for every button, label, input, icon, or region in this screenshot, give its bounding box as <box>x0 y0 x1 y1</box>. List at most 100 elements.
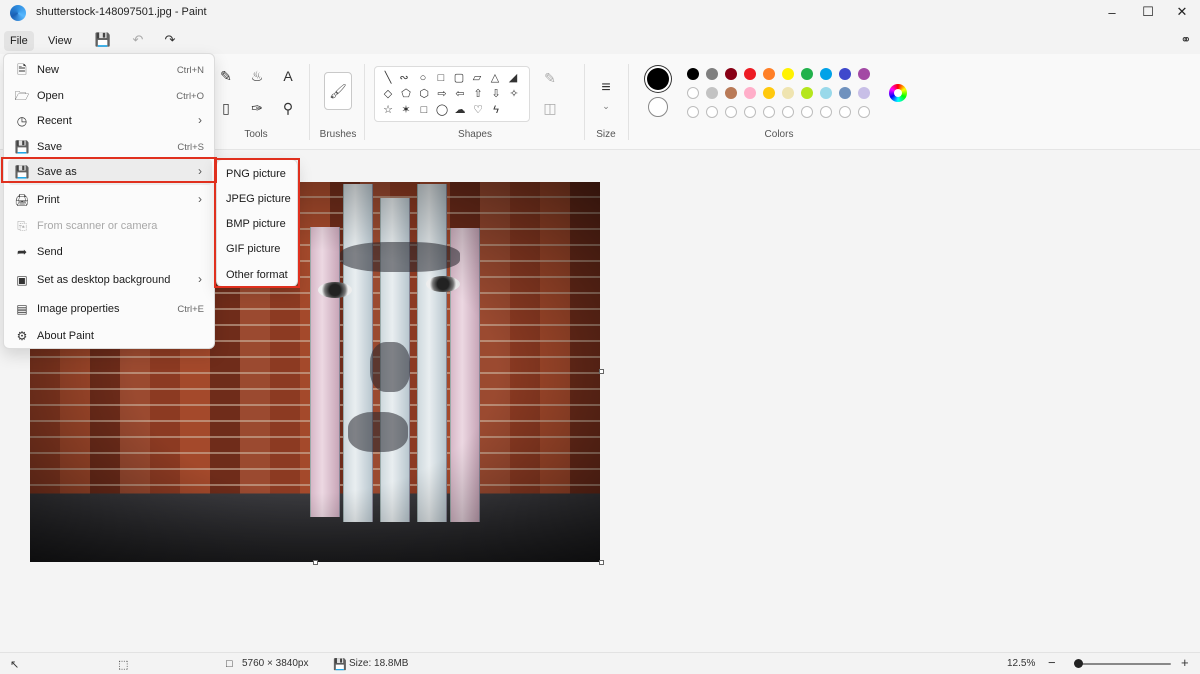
edit-colors-icon[interactable] <box>889 84 907 102</box>
color-swatch[interactable] <box>763 68 775 80</box>
menu-item-new[interactable]: 🗎 New Ctrl+N <box>8 57 212 83</box>
oval-callout-shape-icon[interactable]: ◯ <box>435 103 449 117</box>
color-swatch[interactable] <box>839 87 851 99</box>
color-swatch[interactable] <box>744 87 756 99</box>
color-picker-icon[interactable]: ✑ <box>247 98 267 118</box>
resize-handle[interactable] <box>599 560 604 565</box>
window-title: shutterstock-148097501.jpg - Paint <box>36 6 207 18</box>
curve-shape-icon[interactable]: ∾ <box>397 71 411 85</box>
menu-item-recent[interactable]: ◷ Recent › <box>8 108 212 134</box>
right-triangle-shape-icon[interactable]: ◢ <box>506 71 520 85</box>
menu-item-send[interactable]: ➦ Send <box>8 239 212 265</box>
redo-icon[interactable]: ↷ <box>161 31 179 49</box>
left-arrow-shape-icon[interactable]: ⇦ <box>453 87 467 101</box>
custom-color-slot[interactable] <box>744 106 756 118</box>
resize-handle[interactable] <box>313 560 318 565</box>
color-swatch[interactable] <box>763 87 775 99</box>
zoom-in-icon[interactable]: + <box>1181 655 1189 670</box>
zoom-slider[interactable] <box>1075 663 1171 665</box>
magnifier-icon[interactable]: ⚲ <box>278 98 298 118</box>
menu-item-image-properties[interactable]: ▤ Image properties Ctrl+E <box>8 296 212 322</box>
color-swatch[interactable] <box>820 87 832 99</box>
color-swatch[interactable] <box>706 68 718 80</box>
zoom-level: 12.5% <box>1007 658 1036 669</box>
menu-item-about[interactable]: ⚙ About Paint <box>8 323 212 349</box>
share-account-icon[interactable]: ⚭ <box>1177 31 1195 49</box>
menu-item-label: Save <box>37 141 63 153</box>
undo-icon[interactable]: ↶ <box>129 31 147 49</box>
color-swatch[interactable] <box>706 87 718 99</box>
custom-color-slot[interactable] <box>782 106 794 118</box>
custom-color-slot[interactable] <box>687 106 699 118</box>
menu-item-shortcut: Ctrl+O <box>176 91 204 102</box>
custom-color-slot[interactable] <box>820 106 832 118</box>
chevron-down-icon[interactable]: ⌄ <box>596 96 616 116</box>
triangle-shape-icon[interactable]: △ <box>488 71 502 85</box>
up-arrow-shape-icon[interactable]: ⇧ <box>471 87 485 101</box>
line-shape-icon[interactable]: ╲ <box>381 71 395 85</box>
primary-color[interactable] <box>647 68 669 90</box>
menu-item-label: New <box>37 64 60 76</box>
oval-shape-icon[interactable]: ○ <box>416 71 430 85</box>
text-tool-icon[interactable]: A <box>278 66 298 86</box>
menu-item-label: Recent <box>37 115 72 127</box>
save-icon[interactable]: 💾 <box>94 31 112 49</box>
color-swatch[interactable] <box>801 87 813 99</box>
color-swatch[interactable] <box>782 87 794 99</box>
menu-bar: File View 💾 ↶ ↷ ⚭ <box>0 26 1200 54</box>
file-menu-button[interactable]: File <box>4 31 34 51</box>
lightning-shape-icon[interactable]: ϟ <box>489 103 503 117</box>
menu-item-open[interactable]: 🗁 Open Ctrl+O <box>8 83 212 109</box>
rounded-rectangle-shape-icon[interactable]: ▢ <box>452 71 466 85</box>
color-swatch[interactable] <box>725 68 737 80</box>
color-swatch[interactable] <box>687 68 699 80</box>
color-swatch[interactable] <box>858 87 870 99</box>
pencil-icon[interactable]: ✎ <box>216 66 236 86</box>
color-swatch[interactable] <box>744 68 756 80</box>
color-swatch[interactable] <box>801 68 813 80</box>
color-swatch[interactable] <box>820 68 832 80</box>
custom-color-slot[interactable] <box>706 106 718 118</box>
eraser-icon[interactable]: ▯ <box>216 98 236 118</box>
ribbon-divider <box>364 64 365 140</box>
fill-icon[interactable]: ◫ <box>540 98 560 118</box>
right-arrow-shape-icon[interactable]: ⇨ <box>435 87 449 101</box>
four-point-star-shape-icon[interactable]: ✧ <box>507 87 521 101</box>
secondary-color[interactable] <box>648 97 668 117</box>
diamond-shape-icon[interactable]: ◇ <box>381 87 395 101</box>
color-swatch[interactable] <box>858 68 870 80</box>
fill-bucket-icon[interactable]: ♨ <box>247 66 267 86</box>
ribbon-divider <box>309 64 310 140</box>
color-swatch[interactable] <box>782 68 794 80</box>
custom-color-slot[interactable] <box>858 106 870 118</box>
pentagon-shape-icon[interactable]: ⬠ <box>399 87 413 101</box>
view-menu-button[interactable]: View <box>42 31 78 51</box>
close-button[interactable]: ✕ <box>1162 0 1200 24</box>
minimize-button[interactable]: – <box>1092 0 1132 24</box>
custom-color-slot[interactable] <box>839 106 851 118</box>
menu-item-print[interactable]: 🖨 Print › <box>8 187 212 213</box>
six-point-star-shape-icon[interactable]: ✶ <box>399 103 413 117</box>
color-swatch[interactable] <box>687 87 699 99</box>
five-point-star-shape-icon[interactable]: ☆ <box>381 103 395 117</box>
zoom-slider-thumb[interactable] <box>1073 659 1083 668</box>
menu-item-desktop-background[interactable]: ▣ Set as desktop background › <box>8 267 212 293</box>
polygon-shape-icon[interactable]: ▱ <box>470 71 484 85</box>
scanner-icon: ⎘ <box>17 219 27 233</box>
rect-callout-shape-icon[interactable]: □ <box>417 103 431 117</box>
brushes-button[interactable]: 🖌 <box>324 72 352 110</box>
custom-color-slot[interactable] <box>763 106 775 118</box>
hexagon-shape-icon[interactable]: ⬡ <box>417 87 431 101</box>
resize-handle[interactable] <box>599 369 604 374</box>
color-swatch[interactable] <box>839 68 851 80</box>
heart-shape-icon[interactable]: ♡ <box>471 103 485 117</box>
zoom-out-icon[interactable]: − <box>1048 655 1056 670</box>
size-lines-icon[interactable]: ≡ <box>596 78 616 98</box>
cloud-callout-shape-icon[interactable]: ☁ <box>453 103 467 117</box>
color-swatch[interactable] <box>725 87 737 99</box>
rectangle-shape-icon[interactable]: □ <box>434 71 448 85</box>
outline-icon[interactable]: ✎ <box>540 68 560 88</box>
down-arrow-shape-icon[interactable]: ⇩ <box>489 87 503 101</box>
custom-color-slot[interactable] <box>725 106 737 118</box>
custom-color-slot[interactable] <box>801 106 813 118</box>
